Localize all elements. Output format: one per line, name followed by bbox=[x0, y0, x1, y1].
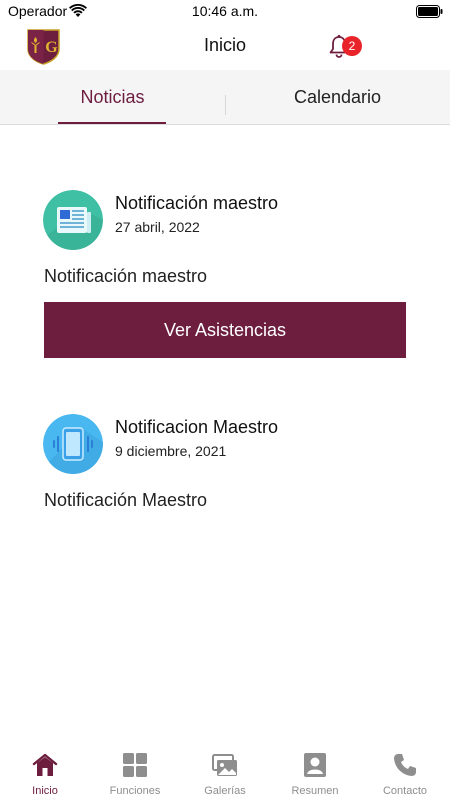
news-body: Notificación Maestro bbox=[44, 490, 208, 510]
tab-noticias[interactable]: Noticias bbox=[0, 70, 225, 125]
news-date: 9 diciembre, 2021 bbox=[115, 443, 227, 459]
notifications-button[interactable]: 2 bbox=[328, 32, 362, 62]
nav-label: Resumen bbox=[291, 785, 339, 797]
active-tab-indicator bbox=[58, 122, 166, 124]
battery-icon bbox=[416, 5, 443, 18]
clock: 10:46 a.m. bbox=[191, 3, 259, 19]
home-icon bbox=[32, 753, 58, 776]
phone-vibrate-icon bbox=[43, 414, 103, 474]
status-bar: Operador 10:46 a.m. bbox=[0, 0, 450, 24]
phone-icon bbox=[394, 754, 416, 776]
app-header: G Inicio 2 bbox=[0, 24, 450, 70]
nav-inicio[interactable]: Inicio bbox=[0, 744, 90, 800]
news-body: Notificación maestro bbox=[44, 266, 208, 286]
gallery-icon bbox=[212, 754, 237, 776]
nav-contacto[interactable]: Contacto bbox=[360, 744, 450, 800]
nav-galerias[interactable]: Galerías bbox=[180, 744, 270, 800]
news-date: 27 abril, 2022 bbox=[115, 219, 200, 235]
newspaper-icon bbox=[43, 190, 103, 250]
nav-label: Inicio bbox=[32, 785, 58, 797]
nav-label: Contacto bbox=[382, 785, 428, 797]
tab-calendario[interactable]: Calendario bbox=[225, 70, 450, 125]
nav-funciones[interactable]: Funciones bbox=[90, 744, 180, 800]
bottom-nav: Inicio Funciones Galerías Resumen Contac… bbox=[0, 744, 450, 800]
nav-resumen[interactable]: Resumen bbox=[270, 744, 360, 800]
notification-badge: 2 bbox=[342, 36, 362, 56]
page-title: Inicio bbox=[203, 35, 247, 55]
profile-icon bbox=[304, 753, 326, 777]
grid-icon bbox=[123, 753, 147, 777]
tab-bar: Noticias Calendario bbox=[0, 70, 450, 125]
news-title: Notificación maestro bbox=[115, 193, 279, 213]
news-title: Notificacion Maestro bbox=[115, 417, 279, 437]
view-attendance-button[interactable]: Ver Asistencias bbox=[44, 302, 406, 358]
nav-label: Funciones bbox=[109, 785, 161, 797]
nav-label: Galerías bbox=[204, 785, 246, 797]
